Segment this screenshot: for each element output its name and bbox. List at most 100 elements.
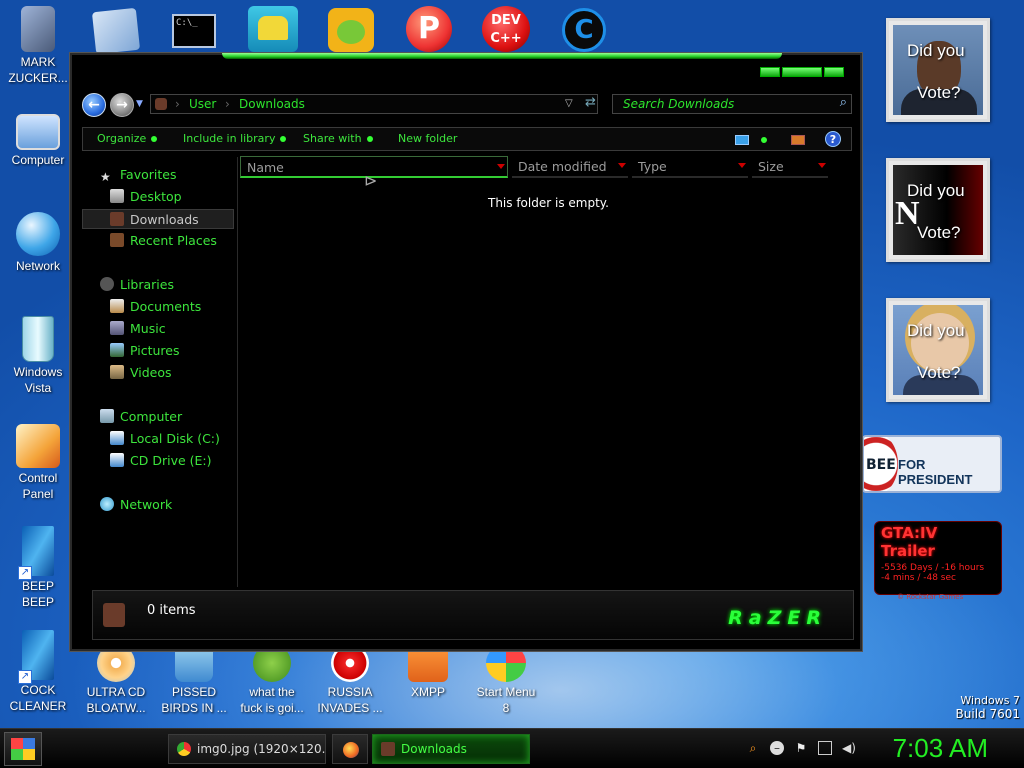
- desktop-icon-network[interactable]: Network: [2, 212, 74, 274]
- sidebar-item-documents[interactable]: Documents: [110, 297, 201, 317]
- sidebar-item-downloads[interactable]: Downloads: [82, 209, 234, 229]
- messenger-tray-icon[interactable]: –: [770, 741, 784, 755]
- sidebar-item-recent-places[interactable]: Recent Places: [110, 231, 217, 251]
- network-icon: [100, 497, 114, 511]
- cmd-icon: C:\_: [176, 18, 198, 28]
- desktop-icon-beep-beep[interactable]: ↗ BEEP BEEP: [2, 526, 74, 610]
- desktop-icon-cmd[interactable]: C:\_: [172, 14, 216, 48]
- desktop-icon-dev-cpp[interactable]: DEV C++: [482, 6, 530, 52]
- sidebar-item-cd-drive[interactable]: CD Drive (E:): [110, 451, 212, 471]
- desktop-icon-xmpp[interactable]: XMPP: [392, 644, 464, 700]
- desktop-icon-ultra-cd[interactable]: ULTRA CD BLOATW...: [80, 644, 152, 716]
- desktop-icon-windows-vista[interactable]: Windows Vista: [2, 316, 74, 396]
- cd-drive-icon: [110, 453, 124, 467]
- desktop-icon-start-menu-8[interactable]: Start Menu 8: [470, 644, 542, 716]
- desktop-icon-russia[interactable]: RUSSIA INVADES ...: [314, 644, 386, 716]
- back-arrow-icon: ←: [88, 97, 100, 113]
- recent-places-icon: [110, 233, 124, 247]
- column-header-date-modified[interactable]: Date modified: [512, 156, 628, 178]
- sort-dropdown-icon[interactable]: [738, 163, 746, 168]
- vote-gadget-obama[interactable]: Did you Vote?: [886, 18, 990, 122]
- recycle-bin-icon: [22, 316, 54, 362]
- dev-cpp-icon: DEV C++: [490, 13, 522, 46]
- help-icon[interactable]: ?: [825, 131, 841, 147]
- desktop-icon-pissed-birds[interactable]: PISSED BIRDS IN ...: [158, 644, 230, 716]
- breadcrumb-user[interactable]: User: [189, 95, 216, 113]
- back-button[interactable]: ←: [82, 93, 106, 117]
- item-count: 0 items: [147, 603, 196, 618]
- sidebar-item-local-disk[interactable]: Local Disk (C:): [110, 429, 220, 449]
- desktop-icon-computer[interactable]: Computer: [2, 114, 74, 168]
- search-input[interactable]: Search Downloads ⌕: [612, 94, 852, 114]
- sidebar-item-pictures[interactable]: Pictures: [110, 341, 180, 361]
- taskbar-item-chrome[interactable]: img0.jpg (1920×120...: [168, 734, 326, 764]
- vote-gadget-n[interactable]: N Did you Vote?: [886, 158, 990, 262]
- sidebar-item-network[interactable]: Network: [100, 495, 172, 515]
- start-button[interactable]: [4, 732, 42, 766]
- column-header-type[interactable]: Type: [632, 156, 748, 178]
- desktop-icon-cock-cleaner[interactable]: ↗ COCK CLEANER: [2, 630, 74, 714]
- window-controls: [760, 67, 844, 77]
- firefox-icon: [343, 742, 359, 758]
- taskbar-clock[interactable]: 7:03 AM: [893, 733, 988, 764]
- view-options-icon[interactable]: [735, 135, 749, 145]
- sidebar-item-libraries[interactable]: Libraries: [100, 275, 174, 295]
- view-dropdown-dot-icon[interactable]: [761, 137, 767, 143]
- sort-dropdown-icon[interactable]: [818, 163, 826, 168]
- huckabee-gadget[interactable]: BEE FOR PRESIDENT: [862, 435, 1002, 493]
- sidebar-item-desktop[interactable]: Desktop: [110, 187, 182, 207]
- column-header-size[interactable]: Size: [752, 156, 828, 178]
- action-center-flag-icon[interactable]: ⚑: [794, 741, 808, 755]
- gta-countdown-gadget[interactable]: GTA:IV Trailer -5536 Days / -16 hours -4…: [874, 521, 1002, 601]
- title-glow-bar: [222, 53, 782, 59]
- desktop-icon-what-the[interactable]: what the fuck is goi...: [236, 644, 308, 716]
- include-in-library-button[interactable]: Include in library: [183, 128, 287, 150]
- forward-button[interactable]: →: [110, 93, 134, 117]
- computer-icon: [100, 409, 114, 423]
- desktop-icon-documents[interactable]: [91, 7, 141, 55]
- search-tray-icon[interactable]: ⌕: [746, 741, 760, 755]
- explorer-icon: [381, 742, 395, 756]
- organize-button[interactable]: Organize: [97, 128, 158, 150]
- volume-tray-icon[interactable]: ◀): [842, 741, 856, 755]
- maximize-button[interactable]: [782, 67, 822, 77]
- network-tray-icon[interactable]: [818, 741, 832, 755]
- explorer-window[interactable]: ← → ▼ › User › Downloads ▽ ⇄ Search Down…: [70, 53, 862, 651]
- new-folder-button[interactable]: New folder: [398, 128, 457, 150]
- address-dropdown-icon[interactable]: ▽: [565, 95, 573, 113]
- blue-file-icon: ↗: [18, 630, 54, 684]
- dropdown-dot-icon: [366, 136, 373, 142]
- sort-dropdown-icon[interactable]: [618, 163, 626, 168]
- libraries-icon: [100, 277, 114, 291]
- minimize-button[interactable]: [760, 67, 780, 77]
- videos-library-icon: [110, 365, 124, 379]
- shortcut-arrow-icon: ↗: [18, 670, 32, 684]
- vote-gadget-clinton[interactable]: Did you Vote?: [886, 298, 990, 402]
- taskbar-item-firefox[interactable]: [332, 734, 368, 764]
- taskbar-item-downloads[interactable]: Downloads: [372, 734, 530, 764]
- preview-pane-icon[interactable]: [791, 135, 805, 145]
- close-button[interactable]: [824, 67, 844, 77]
- breadcrumb-downloads[interactable]: Downloads: [239, 95, 305, 113]
- hard-disk-icon: [110, 431, 124, 445]
- refresh-icon[interactable]: ⇄: [585, 94, 596, 112]
- desktop-icon-p-app[interactable]: P: [406, 6, 452, 52]
- desktop-icon-mark-zucker[interactable]: MARK ZUCKER...: [2, 6, 74, 86]
- desktop-icon-control-panel[interactable]: Control Panel: [2, 424, 74, 502]
- dropdown-dot-icon: [151, 136, 158, 142]
- sidebar-item-music[interactable]: Music: [110, 319, 166, 339]
- share-with-button[interactable]: Share with: [303, 128, 373, 150]
- sidebar-item-favorites[interactable]: ★ Favorites: [100, 165, 176, 185]
- sidebar-item-videos[interactable]: Videos: [110, 363, 172, 383]
- search-icon[interactable]: ⌕: [840, 94, 847, 112]
- desktop-icon: [110, 189, 124, 203]
- details-pane: 0 items RaZER: [92, 590, 854, 640]
- desktop-icon-ccleaner[interactable]: C: [562, 8, 606, 52]
- recent-pages-dropdown[interactable]: ▼: [136, 99, 143, 109]
- windows-flag-icon: [11, 738, 35, 760]
- desktop-icon-bad-piggies[interactable]: [328, 8, 374, 52]
- sort-dropdown-icon[interactable]: [497, 164, 505, 169]
- address-bar[interactable]: › User › Downloads ▽ ⇄: [150, 94, 598, 114]
- sidebar-item-computer[interactable]: Computer: [100, 407, 182, 427]
- desktop-icon-paint[interactable]: [248, 6, 298, 52]
